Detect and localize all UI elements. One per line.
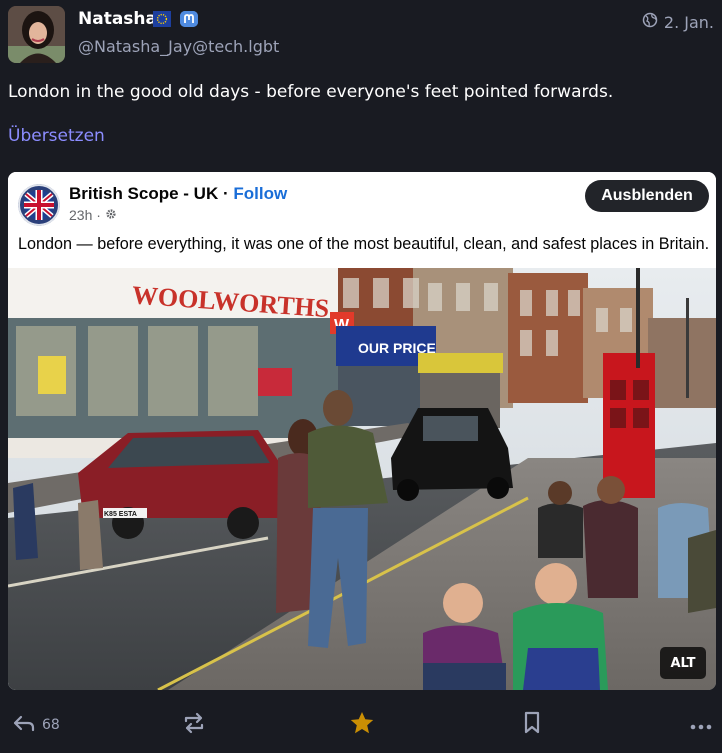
more-icon [690, 716, 712, 735]
favourite-button[interactable] [349, 705, 375, 745]
bookmark-button[interactable] [521, 705, 543, 745]
embedded-follow-label: Follow [233, 184, 288, 203]
alt-text-button[interactable]: ALT [660, 647, 706, 679]
reply-button[interactable]: 68 [12, 705, 60, 745]
embedded-page-name: British Scope - UK · Follow [69, 184, 287, 204]
globe-icon [642, 12, 658, 32]
eu-flag-icon [153, 11, 171, 27]
star-icon [349, 711, 375, 739]
embedded-post-time: 23h · [69, 207, 101, 223]
account-handle[interactable]: @Natasha_Jay@tech.lgbt [78, 37, 279, 56]
reply-count: 68 [42, 717, 60, 733]
post-header: Natasha @Natasha_Jay@tech.lgbt 2. Jan. [0, 0, 722, 70]
embedded-post-meta: 23h · [69, 207, 117, 223]
embedded-page-title: British Scope - UK [69, 184, 219, 203]
reply-icon [12, 713, 36, 737]
post-content: London in the good old days - before eve… [8, 82, 614, 102]
name-separator: · [218, 184, 234, 203]
bookmark-icon [521, 711, 543, 739]
avatar[interactable] [8, 6, 65, 63]
media-attachment[interactable]: British Scope - UK · Follow 23h · London… [8, 172, 716, 690]
translate-link[interactable]: Übersetzen [8, 126, 105, 146]
mastodon-icon [180, 11, 198, 27]
union-jack-icon [18, 184, 60, 226]
boost-icon [182, 712, 206, 738]
gear-icon [105, 207, 117, 223]
hide-button[interactable]: Ausblenden [585, 180, 709, 212]
display-name[interactable]: Natasha [78, 9, 157, 29]
number-plate: K85 ESTA [104, 511, 137, 518]
post-date[interactable]: 2. Jan. [642, 12, 714, 32]
action-bar: 68 [0, 705, 722, 745]
more-button[interactable] [690, 705, 712, 745]
street-photo: WOOLWORTHS W OUR PRICE K85 ESTA [8, 268, 716, 690]
date-label: 2. Jan. [663, 12, 714, 32]
embedded-caption: London — before everything, it was one o… [18, 235, 710, 253]
boost-button[interactable] [182, 705, 206, 745]
